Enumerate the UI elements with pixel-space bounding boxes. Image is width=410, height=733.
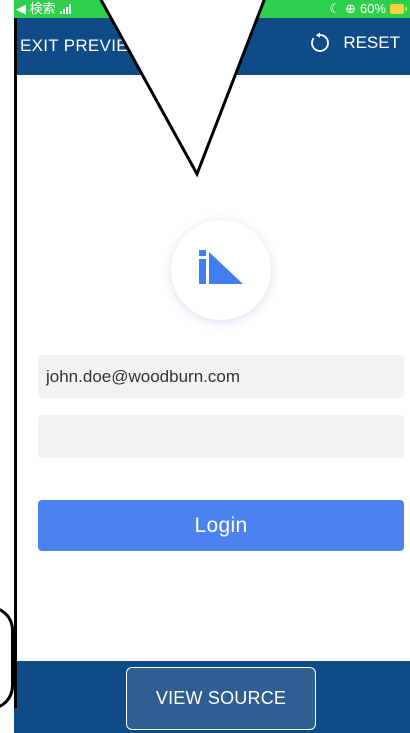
login-button[interactable]: Login (38, 500, 404, 551)
orientation-lock-icon: ⊕ (345, 1, 356, 16)
reset-label: RESET (343, 33, 400, 52)
reset-button[interactable]: RESET (309, 32, 400, 54)
status-right: ☾ ⊕ 60% (329, 0, 407, 18)
status-bar: ◀ 検索 ☾ ⊕ 60% (14, 0, 410, 18)
app-logo (171, 220, 271, 320)
back-to-search-link[interactable]: ◀ 検索 (16, 0, 56, 18)
device-frame-corner (0, 606, 14, 710)
app-bar: EXIT PREVIEW RESET (14, 18, 410, 75)
bottom-bar: VIEW SOURCE (14, 661, 410, 733)
device-frame-edge (14, 18, 17, 708)
signal-icon (59, 4, 71, 14)
login-screen: ◀ 検索 ☾ ⊕ 60% EXIT PREVIEW RESET john.doe… (0, 0, 410, 733)
logo-mark-icon (199, 250, 243, 284)
battery-icon (390, 4, 407, 14)
view-source-button[interactable]: VIEW SOURCE (126, 667, 316, 730)
refresh-icon (309, 32, 331, 54)
email-input[interactable] (38, 355, 404, 398)
battery-percent: 60% (359, 1, 386, 16)
status-left: ◀ 検索 (16, 0, 71, 18)
exit-preview-button[interactable]: EXIT PREVIEW (20, 36, 144, 56)
password-input[interactable] (38, 415, 404, 458)
moon-icon: ☾ (329, 1, 342, 16)
